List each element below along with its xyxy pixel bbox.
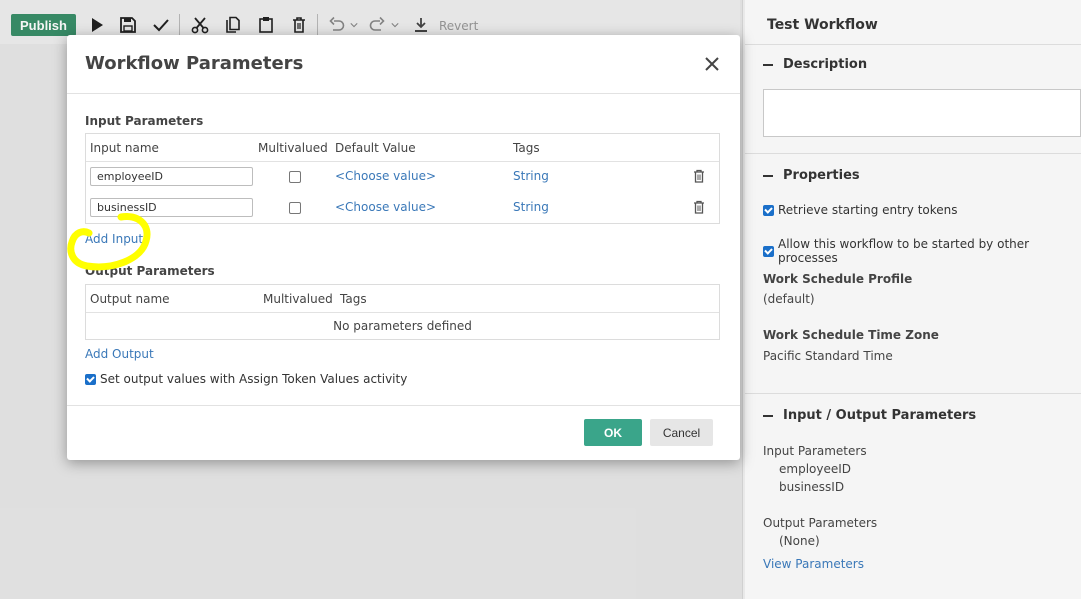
column-header: Output name <box>90 292 170 306</box>
schedule-profile-label: Work Schedule Profile <box>763 272 913 286</box>
column-header: Tags <box>340 292 367 306</box>
schedule-profile-value[interactable]: (default) <box>763 292 815 306</box>
collapse-icon <box>763 63 773 66</box>
divider <box>67 93 740 94</box>
choose-value-link[interactable]: <Choose value> <box>335 169 436 183</box>
add-input-link[interactable]: Add Input <box>85 232 143 246</box>
dialog-title: Workflow Parameters <box>85 53 304 74</box>
view-parameters-link[interactable]: View Parameters <box>763 557 864 571</box>
divider <box>67 405 740 406</box>
divider <box>745 393 1081 394</box>
schedule-timezone-value[interactable]: Pacific Standard Time <box>763 349 893 363</box>
allow-start-label: Allow this workflow to be started by oth… <box>778 237 1030 265</box>
io-output-none: (None) <box>779 534 820 548</box>
ok-button[interactable]: OK <box>584 419 642 446</box>
io-output-label: Output Parameters <box>763 516 878 530</box>
output-parameters-table: Output name Multivalued Tags No paramete… <box>85 284 720 340</box>
input-name-field[interactable] <box>90 167 253 186</box>
retrieve-tokens-checkbox[interactable]: Retrieve starting entry tokens <box>763 203 958 217</box>
empty-message: No parameters defined <box>333 319 472 333</box>
choose-value-link[interactable]: <Choose value> <box>335 200 436 214</box>
properties-header[interactable]: Properties <box>763 168 860 183</box>
multivalued-checkbox[interactable] <box>289 202 301 214</box>
cancel-button[interactable]: Cancel <box>650 419 713 446</box>
splitter[interactable] <box>742 0 743 599</box>
input-parameters-table: Input name Multivalued Default Value Tag… <box>85 133 720 224</box>
properties-panel: Test Workflow Description Properties Ret… <box>745 0 1081 599</box>
tag-link[interactable]: String <box>513 200 549 214</box>
input-name-field[interactable] <box>90 198 253 217</box>
column-header: Multivalued <box>263 292 333 306</box>
divider <box>745 44 1081 45</box>
io-input-label: Input Parameters <box>763 444 867 458</box>
close-icon[interactable] <box>702 54 722 74</box>
column-header: Input name <box>90 141 159 155</box>
divider <box>86 312 719 313</box>
description-heading: Description <box>783 57 868 72</box>
workflow-title: Test Workflow <box>767 17 878 33</box>
workflow-parameters-dialog: Workflow Parameters Input Parameters Inp… <box>67 35 740 460</box>
input-parameters-label: Input Parameters <box>85 114 204 128</box>
collapse-icon <box>763 414 773 417</box>
checkbox-checked-icon <box>85 373 96 385</box>
io-parameters-header[interactable]: Input / Output Parameters <box>763 408 976 423</box>
tag-link[interactable]: String <box>513 169 549 183</box>
checkbox-checked-icon <box>763 204 774 216</box>
assign-token-values-checkbox[interactable]: Set output values with Assign Token Valu… <box>85 372 407 386</box>
schedule-timezone-label: Work Schedule Time Zone <box>763 328 939 342</box>
retrieve-tokens-label: Retrieve starting entry tokens <box>778 203 958 217</box>
collapse-icon <box>763 174 773 177</box>
trash-icon[interactable] <box>692 169 706 183</box>
io-parameters-heading: Input / Output Parameters <box>783 408 977 423</box>
io-input-item: employeeID <box>779 462 852 476</box>
description-textarea[interactable] <box>763 89 1081 137</box>
add-output-link[interactable]: Add Output <box>85 347 154 361</box>
multivalued-checkbox[interactable] <box>289 171 301 183</box>
column-header: Default Value <box>335 141 416 155</box>
io-input-item: businessID <box>779 480 845 494</box>
properties-heading: Properties <box>783 168 860 183</box>
divider <box>86 161 719 162</box>
trash-icon[interactable] <box>692 200 706 214</box>
description-header[interactable]: Description <box>763 57 867 72</box>
checkbox-checked-icon <box>763 245 774 257</box>
divider <box>745 153 1081 154</box>
column-header: Multivalued <box>258 141 328 155</box>
output-parameters-label: Output Parameters <box>85 264 215 278</box>
assign-token-values-label: Set output values with Assign Token Valu… <box>100 372 408 386</box>
column-header: Tags <box>513 141 540 155</box>
allow-start-checkbox[interactable]: Allow this workflow to be started by oth… <box>763 237 1081 265</box>
